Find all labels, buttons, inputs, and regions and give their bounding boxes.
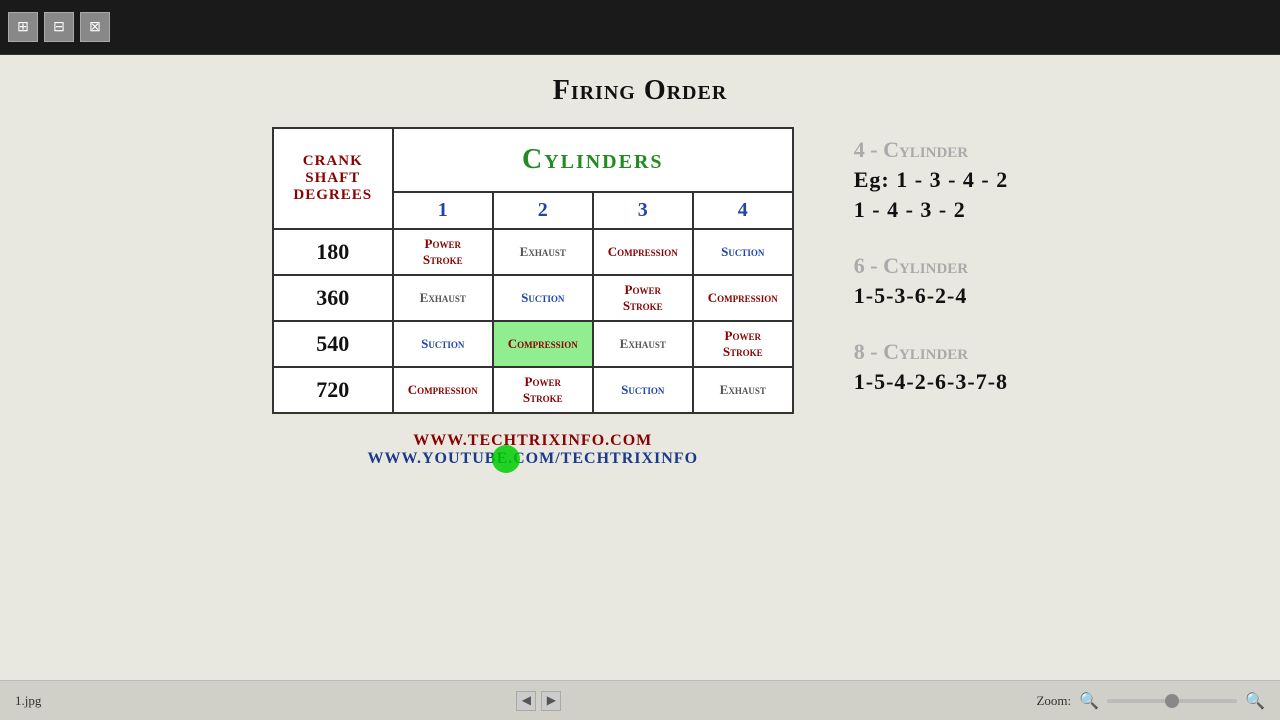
cell-180-2: Exhaust <box>493 229 593 275</box>
cylinder-4-title: 4 - Cylinder <box>854 137 1008 163</box>
bottom-bar: 1.jpg ◀ ▶ Zoom: 🔍 🔍 <box>0 680 1280 720</box>
cyl-3-header: 3 <box>593 192 693 229</box>
table-header-row: CRANKSHAFTDEGREES Cylinders <box>273 128 793 192</box>
degree-360: 360 <box>273 275 393 321</box>
cyl-1-header: 1 <box>393 192 493 229</box>
icon-grid[interactable]: ⊞ <box>8 12 38 42</box>
next-arrow[interactable]: ▶ <box>541 691 561 711</box>
cylinders-header: Cylinders <box>393 128 793 192</box>
zoom-control: Zoom: 🔍 🔍 <box>1036 691 1265 711</box>
filename-label: 1.jpg <box>15 693 41 709</box>
zoom-slider[interactable] <box>1107 699 1237 703</box>
zoom-in-icon[interactable]: 🔍 <box>1245 691 1265 711</box>
zoom-thumb <box>1165 694 1179 708</box>
table-row: 360 Exhaust Suction PowerStroke Compress… <box>273 275 793 321</box>
top-bar: ⊞ ⊟ ⊠ <box>0 0 1280 55</box>
degree-540: 540 <box>273 321 393 367</box>
cyl-2-header: 2 <box>493 192 593 229</box>
table-row: 540 Suction Compression Exhaust PowerStr… <box>273 321 793 367</box>
cell-180-4: Suction <box>693 229 793 275</box>
nav-arrows: ◀ ▶ <box>516 691 561 711</box>
website-links: WWW.TECHTRIXINFO.COM WWW.YOUTUBE.COM/TEC… <box>367 432 698 468</box>
cyl-4-header: 4 <box>693 192 793 229</box>
icon-close[interactable]: ⊠ <box>80 12 110 42</box>
cylinder-6-group: 6 - Cylinder 1-5-3-6-2-4 <box>854 253 1008 309</box>
cell-360-1: Exhaust <box>393 275 493 321</box>
cell-180-1: PowerStroke <box>393 229 493 275</box>
cell-360-2: Suction <box>493 275 593 321</box>
cylinder-4-order-2: 1 - 4 - 3 - 2 <box>854 197 1008 223</box>
main-content: Firing Order CRANKSHAFTDEGREES Cylinders… <box>0 55 1280 680</box>
cylinder-8-title: 8 - Cylinder <box>854 339 1008 365</box>
icon-list[interactable]: ⊟ <box>44 12 74 42</box>
cell-720-4: Exhaust <box>693 367 793 413</box>
cell-720-1: Compression <box>393 367 493 413</box>
cell-540-4: PowerStroke <box>693 321 793 367</box>
cylinder-4-order-1: Eg: 1 - 3 - 4 - 2 <box>854 167 1008 193</box>
prev-arrow[interactable]: ◀ <box>516 691 536 711</box>
firing-order-table: CRANKSHAFTDEGREES Cylinders 1 2 3 4 180 … <box>272 127 794 414</box>
cell-720-2: PowerStroke <box>493 367 593 413</box>
cell-180-3: Compression <box>593 229 693 275</box>
zoom-label: Zoom: <box>1036 693 1071 709</box>
website-link-1: WWW.TECHTRIXINFO.COM <box>367 432 698 450</box>
cylinder-8-order: 1-5-4-2-6-3-7-8 <box>854 369 1008 395</box>
table-section: CRANKSHAFTDEGREES Cylinders 1 2 3 4 180 … <box>272 127 794 468</box>
table-row: 180 PowerStroke Exhaust Compression Suct… <box>273 229 793 275</box>
degree-180: 180 <box>273 229 393 275</box>
cylinder-6-title: 6 - Cylinder <box>854 253 1008 279</box>
page-title: Firing Order <box>553 75 728 107</box>
zoom-out-icon[interactable]: 🔍 <box>1079 691 1099 711</box>
crank-header: CRANKSHAFTDEGREES <box>273 128 393 229</box>
website-link-2: WWW.YOUTUBE.COM/TECHTRIXINFO <box>367 450 698 468</box>
cell-360-3: PowerStroke <box>593 275 693 321</box>
table-row: 720 Compression PowerStroke Suction Exha… <box>273 367 793 413</box>
cylinder-8-group: 8 - Cylinder 1-5-4-2-6-3-7-8 <box>854 339 1008 395</box>
degree-720: 720 <box>273 367 393 413</box>
cell-540-2: Compression <box>493 321 593 367</box>
cell-540-3: Exhaust <box>593 321 693 367</box>
cell-360-4: Compression <box>693 275 793 321</box>
content-area: CRANKSHAFTDEGREES Cylinders 1 2 3 4 180 … <box>30 127 1250 468</box>
cylinder-6-order: 1-5-3-6-2-4 <box>854 283 1008 309</box>
cell-720-3: Suction <box>593 367 693 413</box>
sidebar-info: 4 - Cylinder Eg: 1 - 3 - 4 - 2 1 - 4 - 3… <box>854 137 1008 395</box>
cell-540-1: Suction <box>393 321 493 367</box>
cylinder-4-group: 4 - Cylinder Eg: 1 - 3 - 4 - 2 1 - 4 - 3… <box>854 137 1008 223</box>
